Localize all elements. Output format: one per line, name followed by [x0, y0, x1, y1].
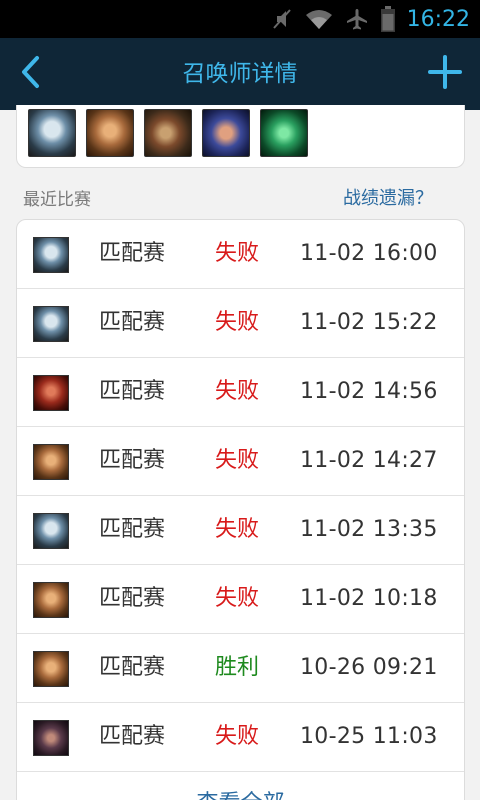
match-result: 胜利: [215, 655, 260, 680]
recent-heroes-list: [28, 109, 308, 157]
hero-portrait-thresh[interactable]: [260, 109, 308, 157]
match-result: 失败: [215, 586, 260, 611]
hero-portrait: [33, 582, 69, 618]
match-mode: 匹配赛: [99, 586, 166, 611]
match-row[interactable]: 匹配赛 失败 10-25 11:03: [17, 703, 464, 772]
back-button[interactable]: [8, 48, 52, 100]
hero-portrait-jinx[interactable]: [144, 109, 192, 157]
nav-bar: 召唤师详情: [0, 38, 480, 110]
hero-portrait: [33, 237, 69, 273]
recent-matches-header: 最近比赛 战绩遗漏？: [0, 176, 480, 216]
match-result: 失败: [215, 448, 260, 473]
match-row[interactable]: 匹配赛 胜利 10-26 09:21: [17, 634, 464, 703]
match-mode: 匹配赛: [99, 655, 166, 680]
missing-record-link[interactable]: 战绩遗漏？: [343, 184, 433, 210]
recent-heroes-card: [16, 105, 465, 168]
hero-portrait: [33, 720, 69, 756]
match-row[interactable]: 匹配赛 失败 11-02 15:22: [17, 289, 464, 358]
match-result: 失败: [215, 241, 260, 266]
battery-icon: [380, 6, 395, 32]
mute-icon: [271, 7, 293, 31]
match-row[interactable]: 匹配赛 失败 11-02 13:35: [17, 496, 464, 565]
match-time: 11-02 14:27: [300, 448, 438, 473]
hero-portrait-annie[interactable]: [28, 109, 76, 157]
status-bar: 16:22: [0, 0, 480, 38]
match-time: 11-02 13:35: [300, 517, 438, 542]
hero-portrait: [33, 375, 69, 411]
hero-portrait: [33, 651, 69, 687]
match-result: 失败: [215, 310, 260, 335]
hero-portrait-garen[interactable]: [86, 109, 134, 157]
match-mode: 匹配赛: [99, 724, 166, 749]
status-time: 16:22: [406, 6, 470, 32]
plus-icon: [428, 55, 462, 93]
match-result: 失败: [215, 517, 260, 542]
match-mode: 匹配赛: [99, 379, 166, 404]
section-label: 最近比赛: [23, 190, 91, 210]
match-row[interactable]: 匹配赛 失败 11-02 14:56: [17, 358, 464, 427]
match-time: 11-02 15:22: [300, 310, 438, 335]
match-mode: 匹配赛: [99, 241, 166, 266]
match-list: 匹配赛 失败 11-02 16:00 匹配赛 失败 11-02 15:22 匹配…: [16, 219, 465, 800]
airplane-icon: [345, 7, 369, 31]
match-time: 11-02 16:00: [300, 241, 438, 266]
hero-portrait-jarvan[interactable]: [202, 109, 250, 157]
match-time: 11-02 14:56: [300, 379, 438, 404]
view-all-button[interactable]: 查看全部: [17, 785, 464, 800]
match-mode: 匹配赛: [99, 310, 166, 335]
match-result: 失败: [215, 379, 260, 404]
match-row[interactable]: 匹配赛 失败 11-02 10:18: [17, 565, 464, 634]
wifi-icon: [305, 8, 333, 30]
match-row[interactable]: 匹配赛 失败 11-02 14:27: [17, 427, 464, 496]
hero-portrait: [33, 444, 69, 480]
match-mode: 匹配赛: [99, 448, 166, 473]
add-button[interactable]: [420, 50, 470, 98]
match-result: 失败: [215, 724, 260, 749]
match-time: 10-25 11:03: [300, 724, 438, 749]
match-mode: 匹配赛: [99, 517, 166, 542]
match-row[interactable]: 匹配赛 失败 11-02 16:00: [17, 220, 464, 289]
match-time: 10-26 09:21: [300, 655, 438, 680]
page-title: 召唤师详情: [182, 61, 298, 87]
hero-portrait: [33, 513, 69, 549]
hero-portrait: [33, 306, 69, 342]
chevron-left-icon: [19, 55, 41, 93]
match-time: 11-02 10:18: [300, 586, 438, 611]
